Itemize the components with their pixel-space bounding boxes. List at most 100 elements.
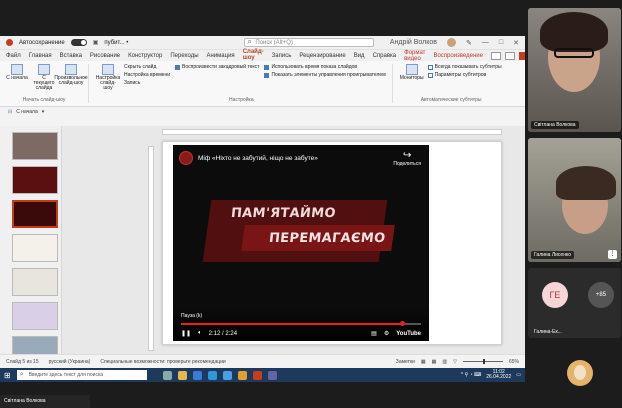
from-beginning-button[interactable]: С начала	[6, 64, 28, 91]
menu-item[interactable]: Запись	[272, 53, 292, 59]
zoom-level[interactable]: 65%	[509, 359, 519, 365]
taskbar-search[interactable]: Введите здесь текст для поиска	[16, 370, 147, 380]
slide-thumbnail[interactable]	[12, 166, 58, 194]
zoom-slider[interactable]	[462, 359, 503, 364]
explorer-icon[interactable]	[177, 370, 187, 380]
slide-thumbnail[interactable]	[12, 200, 58, 228]
menu-item[interactable]: Переходы	[170, 53, 198, 59]
slide-thumbnail[interactable]	[12, 234, 58, 262]
participant-tile[interactable]: Галина Лисенко ⋮	[528, 138, 621, 262]
menu-item[interactable]: Рисование	[90, 53, 120, 59]
clock[interactable]: 11:02 26.04.2022	[486, 370, 511, 380]
notes-button[interactable]: Заметки	[396, 359, 415, 365]
from-current-button[interactable]: С текущего слайда	[33, 64, 55, 91]
subtitles-icon[interactable]: ▤	[371, 330, 377, 337]
user-name: Андрій Волков	[389, 39, 438, 46]
menu-item[interactable]: Формат видео	[404, 50, 425, 62]
slideshow-view-icon[interactable]: ▽	[453, 359, 457, 365]
autosave-toggle[interactable]	[70, 39, 87, 46]
share-button[interactable]: ↪ Поделиться	[393, 151, 421, 168]
use-timings-checkbox[interactable]: Использовать время показа слайдов	[264, 64, 385, 70]
teams-icon[interactable]	[267, 370, 277, 380]
participant-hair	[556, 166, 616, 200]
slide-thumbnail[interactable]	[12, 302, 58, 330]
always-subtitles-checkbox[interactable]: Всегда показывать субтитры	[427, 64, 502, 70]
custom-show-button[interactable]: Произвольное слайд-шоу	[54, 64, 88, 91]
show-media-controls-checkbox[interactable]: Показать элементы управления проигрывате…	[264, 72, 386, 78]
custom-show-icon	[65, 64, 77, 75]
comments-icon[interactable]	[504, 51, 515, 60]
current-slide[interactable]: Міф «Ніхто не забутий, ніщо не забуте» ↪…	[162, 141, 502, 345]
minimize-button[interactable]: —	[482, 39, 489, 46]
participant-hair	[540, 12, 608, 52]
menu-item[interactable]: Анимация	[207, 53, 235, 59]
participant-tile[interactable]: Світлана Волкова	[528, 8, 621, 132]
avatar[interactable]	[447, 38, 457, 47]
menu-item[interactable]: Справка	[373, 53, 397, 59]
menu-item[interactable]: Воспроизведение	[433, 53, 483, 59]
progress-handle[interactable]	[399, 321, 405, 326]
menu-item[interactable]: Конструктор	[128, 53, 162, 59]
more-participants[interactable]: +85	[588, 282, 614, 308]
youtube-logo[interactable]: YouTube	[396, 331, 421, 337]
powerpoint-task-icon[interactable]	[252, 370, 262, 380]
record-button[interactable]: Запись	[124, 80, 170, 86]
setup-icon	[102, 64, 114, 75]
rehearse-timings-button[interactable]: Настройка времени	[124, 72, 170, 78]
close-button[interactable]: ✕	[513, 39, 519, 47]
chrome-icon[interactable]	[237, 370, 247, 380]
mail-icon[interactable]	[222, 370, 232, 380]
video-controls: Пауза (k) ❚❚ 🔈︎ 2:12 / 2:24 ▤ ⚙ YouTube	[173, 307, 429, 341]
save-icon[interactable]: ▣	[93, 39, 99, 46]
menu-item[interactable]: Вставка	[60, 53, 82, 59]
record-icon[interactable]	[490, 51, 501, 60]
hide-slide-button[interactable]: Скрыть слайд	[124, 64, 170, 70]
menu-item[interactable]: Вид	[354, 53, 365, 59]
accessibility-status[interactable]: Специальные возможности: проверьте реком…	[100, 359, 225, 365]
embedded-video[interactable]: Міф «Ніхто не забутий, ніщо не забуте» ↪…	[173, 145, 429, 341]
settings-icon[interactable]: ⚙	[384, 330, 389, 337]
volume-icon[interactable]: 🔈︎	[198, 330, 202, 337]
participant-tile[interactable]: ГЕ +85 Галина-Ек...	[528, 268, 621, 338]
pause-icon[interactable]: ❚❚	[181, 330, 191, 337]
progress-fill	[181, 323, 402, 325]
more-icon[interactable]: ⋮	[608, 250, 617, 259]
banner-line-2: ПЕРЕМАГАЄМО	[268, 231, 387, 246]
sorter-view-icon[interactable]: ▦	[432, 359, 437, 365]
language[interactable]: русский (Украина)	[49, 359, 91, 365]
taskbar: ⊞ Введите здесь текст для поиска ^ ⚲ ◔ ⌨…	[0, 368, 525, 382]
slide-thumbnail[interactable]	[12, 132, 58, 160]
progress-bar[interactable]	[181, 321, 421, 326]
video-title[interactable]: Міф «Ніхто не забутий, ніщо не забуте»	[198, 155, 318, 162]
subtitle-settings-button[interactable]: Параметры субтитров	[427, 72, 502, 78]
edge-icon[interactable]	[207, 370, 217, 380]
slideshow-icon	[11, 64, 23, 75]
channel-logo[interactable]	[179, 151, 193, 165]
status-bar: Слайд 5 из 15 русский (Украина) Специаль…	[0, 354, 525, 368]
menu-item[interactable]: Рецензирование	[299, 53, 345, 59]
start-icon[interactable]: ⊟	[8, 109, 12, 115]
monitors-button[interactable]: Мониторы	[400, 64, 424, 81]
slide-thumbnail[interactable]	[12, 268, 58, 296]
maximize-button[interactable]: □	[499, 39, 503, 46]
store-icon[interactable]	[192, 370, 202, 380]
play-narration-checkbox[interactable]: Воспроизвести закадровый текст	[175, 64, 259, 70]
search-input[interactable]: Поиск (Alt+Q)	[244, 38, 375, 47]
chevron-down-icon[interactable]: ▾	[42, 109, 45, 115]
ribbon-group-start: С начала С текущего слайда Произвольное …	[6, 64, 89, 103]
slideshow-current-icon	[38, 64, 50, 75]
menu-item[interactable]: Файл	[6, 53, 21, 59]
self-avatar[interactable]	[567, 360, 593, 386]
pen-icon[interactable]: ✎	[466, 39, 472, 47]
task-view-icon[interactable]	[162, 370, 172, 380]
menu-item[interactable]: Главная	[29, 53, 52, 59]
tray-icons[interactable]: ^ ⚲ ◔ ⌨	[461, 372, 481, 378]
setup-show-button[interactable]: Настройка слайд-шоу	[96, 64, 120, 91]
windows-icon[interactable]: ⊞	[4, 371, 11, 380]
video-header: Міф «Ніхто не забутий, ніщо не забуте»	[179, 151, 318, 165]
normal-view-icon[interactable]: ▦	[421, 359, 426, 365]
from-beginning-quick[interactable]: С начала	[16, 109, 38, 115]
notifications-icon[interactable]: ▭	[516, 372, 521, 378]
ribbon-group-setup: Настройка слайд-шоу Скрыть слайд Настрой…	[96, 64, 393, 103]
reading-view-icon[interactable]: ▥	[442, 359, 447, 365]
